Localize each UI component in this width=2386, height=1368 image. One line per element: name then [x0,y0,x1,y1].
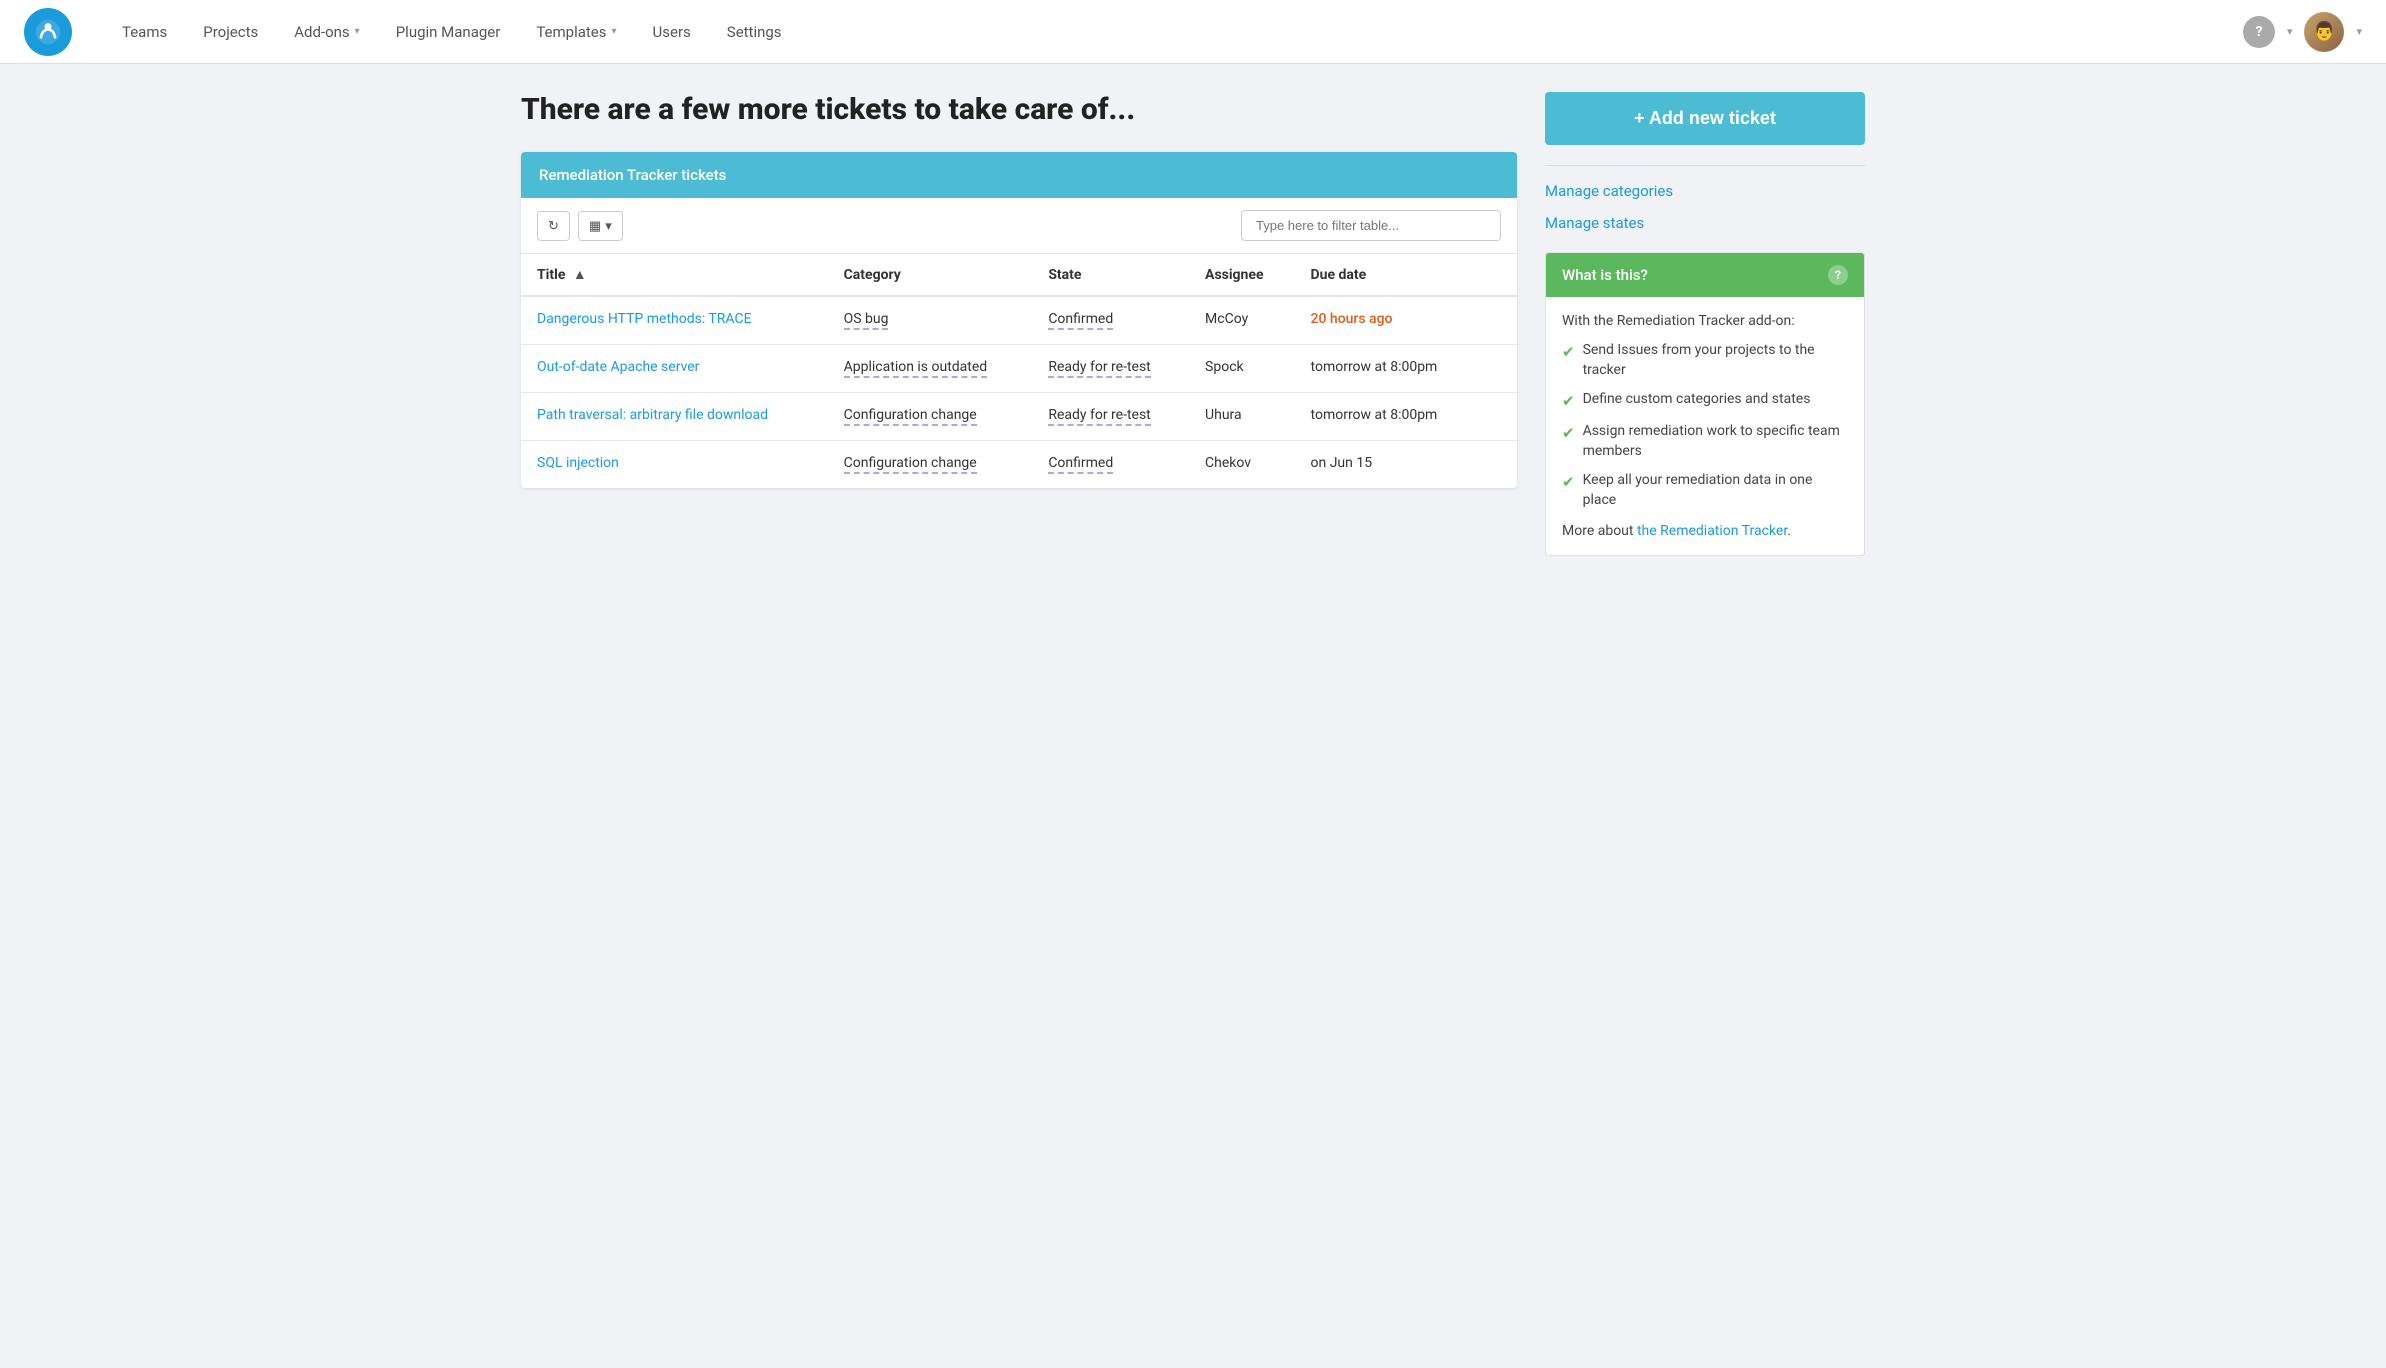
manage-states-link[interactable]: Manage states [1545,214,1865,232]
row-1-assignee: Spock [1189,345,1294,393]
table-row: SQL injection Configuration changeConfirm… [521,441,1517,489]
filter-input[interactable] [1241,210,1501,241]
row-3-category: Configuration change [828,441,1033,489]
row-2-title: Path traversal: arbitrary file download [521,393,828,441]
columns-button[interactable]: ▦ ▾ [578,211,623,241]
columns-icon: ▦ [589,218,601,234]
table-section-title: Remediation Tracker tickets [521,152,1517,198]
row-2-title-link[interactable]: Path traversal: arbitrary file download [537,407,768,423]
row-2-category: Configuration change [828,393,1033,441]
check-icon-0: ✔ [1562,342,1575,363]
navbar: Teams Projects Add-ons ▾ Plugin Manager … [0,0,2386,64]
what-header: What is this? ? [1546,253,1864,297]
row-1-state: Ready for re-test [1032,345,1189,393]
row-2-assignee: Uhura [1189,393,1294,441]
table-header-row: Title ▲ Category State Assignee [521,254,1517,296]
data-table: Title ▲ Category State Assignee [521,254,1517,488]
avatar[interactable]: 👨 [2304,12,2344,52]
nav-links: Teams Projects Add-ons ▾ Plugin Manager … [104,0,2243,64]
refresh-icon: ↻ [548,218,559,234]
row-3-title: SQL injection [521,441,828,489]
help-button[interactable]: ? [2243,16,2275,48]
row-3-assignee: Chekov [1189,441,1294,489]
col-due-date[interactable]: Due date [1295,254,1480,296]
col-state[interactable]: State [1032,254,1189,296]
row-0-state: Confirmed [1032,296,1189,345]
row-1-category: Application is outdated [828,345,1033,393]
remediation-tracker-link[interactable]: the Remediation Tracker [1637,523,1787,539]
row-3-title-link[interactable]: SQL injection [537,455,619,471]
check-icon-3: ✔ [1562,472,1575,493]
what-footer: More about the Remediation Tracker. [1562,523,1848,539]
row-1-title-link[interactable]: Out-of-date Apache server [537,359,699,375]
row-0-due-date: 20 hours ago [1295,296,1480,345]
what-help-icon[interactable]: ? [1828,265,1848,285]
manage-categories-link[interactable]: Manage categories [1545,182,1865,200]
row-0-actions [1480,296,1517,345]
check-icon-1: ✔ [1562,391,1575,412]
row-1-title: Out-of-date Apache server [521,345,828,393]
main-layout: There are a few more tickets to take car… [493,64,1893,584]
table-row: Path traversal: arbitrary file download C… [521,393,1517,441]
what-is-this-box: What is this? ? With the Remediation Tra… [1545,252,1865,556]
check-icon-2: ✔ [1562,423,1575,444]
row-0-assignee: McCoy [1189,296,1294,345]
col-title[interactable]: Title ▲ [521,254,828,296]
col-category[interactable]: Category [828,254,1033,296]
feature-item-0: ✔Send Issues from your projects to the t… [1562,341,1848,380]
row-1-due-date: tomorrow at 8:00pm [1295,345,1480,393]
add-ticket-button[interactable]: + Add new ticket [1545,92,1865,145]
feature-item-3: ✔Keep all your remediation data in one p… [1562,471,1848,510]
navbar-right: ? ▾ 👨 ▾ [2243,12,2362,52]
table-row: Out-of-date Apache server Application is … [521,345,1517,393]
sort-icon: ▲ [573,267,587,283]
sidebar-divider [1545,165,1865,166]
nav-projects[interactable]: Projects [185,0,276,64]
feature-item-1: ✔Define custom categories and states [1562,390,1848,412]
nav-templates[interactable]: Templates ▾ [518,0,634,64]
what-intro: With the Remediation Tracker add-on: [1562,313,1848,329]
logo[interactable] [24,8,72,56]
sidebar: + Add new ticket Manage categories Manag… [1545,92,1865,556]
row-3-state: Confirmed [1032,441,1189,489]
refresh-button[interactable]: ↻ [537,211,570,241]
row-3-actions [1480,441,1517,489]
help-caret-icon[interactable]: ▾ [2287,25,2293,38]
table-card: Remediation Tracker tickets ↻ ▦ ▾ Title … [521,152,1517,488]
templates-caret-icon: ▾ [612,26,617,37]
nav-plugin-manager[interactable]: Plugin Manager [378,0,519,64]
feature-item-2: ✔Assign remediation work to specific tea… [1562,422,1848,461]
row-2-state: Ready for re-test [1032,393,1189,441]
row-1-actions [1480,345,1517,393]
table-row: Dangerous HTTP methods: TRACE OS bugConfi… [521,296,1517,345]
col-actions [1480,254,1517,296]
row-3-due-date: on Jun 15 [1295,441,1480,489]
row-0-title: Dangerous HTTP methods: TRACE [521,296,828,345]
nav-settings[interactable]: Settings [709,0,800,64]
avatar-caret-icon[interactable]: ▾ [2356,25,2362,38]
nav-addons[interactable]: Add-ons ▾ [276,0,377,64]
row-2-due-date: tomorrow at 8:00pm [1295,393,1480,441]
table-toolbar: ↻ ▦ ▾ [521,198,1517,254]
nav-users[interactable]: Users [635,0,709,64]
row-0-category: OS bug [828,296,1033,345]
row-2-actions [1480,393,1517,441]
row-0-title-link[interactable]: Dangerous HTTP methods: TRACE [537,311,752,327]
what-body: With the Remediation Tracker add-on: ✔Se… [1546,297,1864,555]
what-features-list: ✔Send Issues from your projects to the t… [1562,341,1848,511]
addons-caret-icon: ▾ [355,26,360,37]
page-title: There are a few more tickets to take car… [521,92,1517,128]
col-assignee[interactable]: Assignee [1189,254,1294,296]
columns-caret-icon: ▾ [605,218,612,234]
content-area: There are a few more tickets to take car… [521,92,1517,556]
nav-teams[interactable]: Teams [104,0,185,64]
